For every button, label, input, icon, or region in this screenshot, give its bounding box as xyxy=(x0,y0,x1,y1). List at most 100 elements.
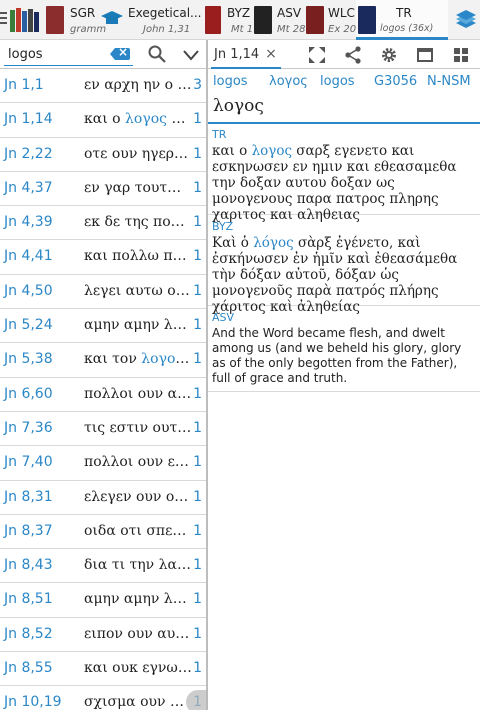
tab-wlc[interactable]: WLC Ex 20 xyxy=(306,0,356,40)
list-item[interactable]: Jn 4,37 εν γαρ τουτω ο…1 xyxy=(0,172,206,207)
verse-snippet: οτε ουν ηγερθη… xyxy=(84,145,192,162)
share-icon[interactable] xyxy=(344,46,362,64)
book-cover-icon xyxy=(306,6,324,34)
highlight-word[interactable]: λογος xyxy=(252,143,292,159)
verse-reference[interactable]: Jn 8,52 xyxy=(4,626,53,642)
verse-reference[interactable]: Jn 4,39 xyxy=(4,214,53,230)
list-item[interactable]: Jn 5,24 αμην αμην λε… 1 xyxy=(0,309,206,344)
verse-reference[interactable]: Jn 8,51 xyxy=(4,591,53,607)
list-item[interactable]: Jn 7,36 τις εστιν ουτος…1 xyxy=(0,412,206,447)
verse-block-byz[interactable]: BYZ Καὶ ὁ λόγος σὰρξ ἐγένετο, καὶ ἐσκήνω… xyxy=(208,215,480,315)
tab-reference[interactable]: Jn 1,14 × xyxy=(211,40,281,69)
hit-count: 1 xyxy=(193,591,202,608)
hit-count: 1 xyxy=(193,522,202,539)
list-item[interactable]: Jn 8,43 δια τι την λαλι…1 xyxy=(0,549,206,584)
list-item[interactable]: Jn 4,41 και πολλω πλει…1 xyxy=(0,240,206,275)
tab-asv[interactable]: ASV Mt 28 xyxy=(254,0,306,40)
fast-scroll-handle[interactable] xyxy=(186,690,210,710)
fullscreen-icon[interactable] xyxy=(308,46,326,64)
search-bar xyxy=(0,40,206,69)
list-item[interactable]: Jn 5,38 και τον λογον …1 xyxy=(0,343,206,378)
tab-sgr[interactable]: SGR gramm xyxy=(46,0,106,40)
list-item[interactable]: Jn 4,50 λεγει αυτω ο ι… 1 xyxy=(0,275,206,310)
lexicon-lemma[interactable]: λογος xyxy=(269,74,308,89)
verse-reference[interactable]: Jn 6,60 xyxy=(4,386,53,402)
list-item[interactable]: Jn 1,1 εν αρχη ην ο λ…3 xyxy=(0,69,206,104)
hit-count: 3 xyxy=(193,77,202,93)
verse-reference[interactable]: Jn 4,41 xyxy=(4,248,53,264)
tab-tr[interactable]: TR logos (36x) xyxy=(356,0,448,40)
verse-reference[interactable]: Jn 10,19 xyxy=(4,694,62,710)
verse-text: And the Word became flesh, and dwelt amo… xyxy=(212,326,462,385)
list-item[interactable]: Jn 8,52 ειπον ουν αυτ… 1 xyxy=(0,618,206,653)
verse-reference[interactable]: Jn 8,31 xyxy=(4,489,53,505)
strong-number[interactable]: G3056 xyxy=(374,74,417,89)
verse-snippet: αμην αμην λε… xyxy=(84,317,192,334)
verse-reference[interactable]: Jn 5,24 xyxy=(4,317,53,333)
verse-reference[interactable]: Jn 1,14 xyxy=(4,111,53,127)
list-item[interactable]: Jn 4,39 εκ δε της πολε… 1 xyxy=(0,206,206,241)
top-bar: SGR gramm Exegetical... John 1,31 BYZ Mt… xyxy=(0,0,480,40)
verse-reference[interactable]: Jn 7,40 xyxy=(4,454,53,470)
gear-icon[interactable] xyxy=(380,46,398,64)
verse-reference[interactable]: Jn 4,37 xyxy=(4,180,53,196)
list-item[interactable]: Jn 10,19σχισμα ουν πα…1 xyxy=(0,686,206,710)
verse-snippet: πολλοι ουν ακο… xyxy=(84,385,192,402)
list-item[interactable]: Jn 8,37 οιδα οτι σπερμ… 1 xyxy=(0,515,206,550)
highlight-word[interactable]: λόγος xyxy=(253,235,293,251)
verse-snippet: σχισμα ουν πα… xyxy=(84,694,192,710)
verse-snippet: και τον λογον … xyxy=(84,351,192,367)
lexicon-row[interactable]: logos λογος logos G3056 N-NSM xyxy=(213,74,474,92)
verse-reference[interactable]: Jn 1,1 xyxy=(4,77,44,93)
menu-icon[interactable] xyxy=(0,10,8,26)
list-item[interactable]: Jn 8,31 ελεγεν ουν ο ι… 1 xyxy=(0,481,206,515)
book-cover-icon xyxy=(254,6,272,34)
verse-reference[interactable]: Jn 7,36 xyxy=(4,420,53,436)
version-label: BYZ xyxy=(212,220,234,233)
window-icon[interactable] xyxy=(416,46,434,64)
hit-count: 1 xyxy=(193,625,202,642)
list-item[interactable]: Jn 2,22 οτε ουν ηγερθη…1 xyxy=(0,138,206,172)
highlight-word: λογον xyxy=(141,351,184,368)
close-icon[interactable]: × xyxy=(265,46,277,62)
verse-block-tr[interactable]: TR και ο λογος σαρξ εγενετο και εσκηνωσε… xyxy=(208,124,480,223)
verse-text: Καὶ ὁ λόγος σὰρξ ἐγένετο, καὶ ἐσκήνωσεν … xyxy=(212,235,458,315)
list-item[interactable]: Jn 8,55 και ουκ εγνωκ… 1 xyxy=(0,652,206,687)
list-item[interactable]: Jn 7,40 πολλοι ουν εκ τ…1 xyxy=(0,446,206,481)
stacked-books-icon[interactable] xyxy=(454,9,478,31)
hit-count: 1 xyxy=(193,214,202,231)
lemma-heading: λογος xyxy=(213,96,264,116)
tab-library[interactable] xyxy=(10,6,42,34)
verse-snippet: ειπον ουν αυτ… xyxy=(84,625,192,642)
tab-label: TR xyxy=(396,6,412,20)
verse-reference[interactable]: Jn 4,50 xyxy=(4,283,53,299)
reference-label: Jn 1,14 xyxy=(214,47,260,62)
list-item[interactable]: Jn 1,14 και ο λογος σα…1 xyxy=(0,103,206,138)
tab-sublabel: Mt 1 xyxy=(231,24,254,35)
list-item[interactable]: Jn 6,60 πολλοι ουν ακο…1 xyxy=(0,378,206,412)
hit-count: 1 xyxy=(193,419,202,436)
verse-reference[interactable]: Jn 5,38 xyxy=(4,351,53,367)
list-item[interactable]: Jn 8,51 αμην αμην λεγ… 1 xyxy=(0,583,206,618)
results-list: Jn 1,1 εν αρχη ην ο λ…3 Jn 1,14 και ο λογος… xyxy=(0,69,206,710)
tab-sublabel: Mt 28 xyxy=(277,24,306,35)
parse-code[interactable]: N-NSM xyxy=(427,74,471,89)
chevron-down-icon[interactable] xyxy=(181,46,201,64)
tab-label: WLC xyxy=(328,6,355,20)
verse-snippet: δια τι την λαλι… xyxy=(84,557,192,574)
grid-icon[interactable] xyxy=(452,46,470,64)
tab-exegetical[interactable]: Exegetical... John 1,31 xyxy=(101,0,201,40)
detail-pane: Jn 1,14 × logos λογος logos G3056 N-NSM λ… xyxy=(208,40,480,710)
hit-count: 1 xyxy=(193,351,202,368)
verse-reference[interactable]: Jn 2,22 xyxy=(4,146,53,162)
verse-reference[interactable]: Jn 8,37 xyxy=(4,523,53,539)
tab-byz[interactable]: BYZ Mt 1 xyxy=(205,0,253,40)
verse-snippet: εκ δε της πολε… xyxy=(84,214,192,231)
lexicon-translit[interactable]: logos xyxy=(320,74,355,89)
verse-block-asv[interactable]: ASV And the Word became flesh, and dwelt… xyxy=(208,306,480,392)
search-icon[interactable] xyxy=(148,45,166,63)
verse-reference[interactable]: Jn 8,43 xyxy=(4,557,53,573)
verse-reference[interactable]: Jn 8,55 xyxy=(4,660,53,676)
lexicon-word[interactable]: logos xyxy=(213,74,248,89)
verse-snippet: και ο λογος σα… xyxy=(84,111,192,128)
